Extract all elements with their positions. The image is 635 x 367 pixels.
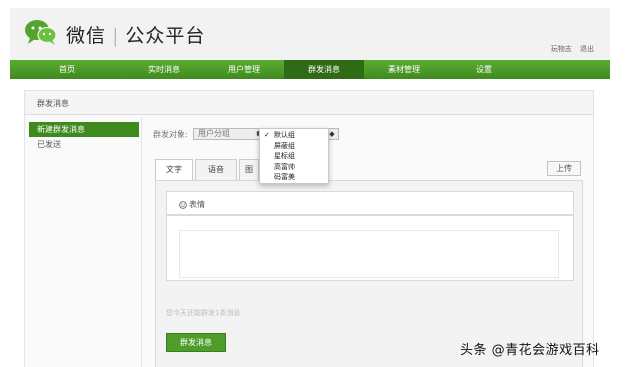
sidebar-divider [141,117,142,367]
upload-button[interactable]: 上传 [547,161,581,176]
dropdown-option-starred[interactable]: 星标组 [260,151,328,162]
dropdown-option-mafumei[interactable]: 码富美 [260,172,328,183]
group-dropdown-menu: ✓ 默认组 屏蔽组 星标组 高富帅 码富美 [259,128,329,184]
brand-platform-text: 公众平台 [125,25,206,47]
dropdown-option-blocked[interactable]: 屏蔽组 [260,141,328,152]
message-textarea[interactable] [166,215,574,281]
broadcast-quota-hint: 您今天还能群发1条消息 [166,309,241,317]
sidebar: 新建群发消息 已发送 [29,122,139,152]
dropdown-option-gaofushuai[interactable]: 高富帅 [260,162,328,173]
source-watermark: 头条 @青花会游戏百科 [460,343,600,358]
dropdown-option-default[interactable]: ✓ 默认组 [260,130,328,141]
dropdown-option-label: 默认组 [274,131,295,139]
breadcrumb-title: 群发消息 [37,99,69,108]
send-broadcast-button[interactable]: 群发消息 [166,333,226,352]
nav-item-0[interactable]: 首页 [10,60,124,79]
group-type-select[interactable]: 用户分组 ⬍ [193,128,265,140]
tab-text[interactable]: 文字 [155,159,193,180]
nav-item-4[interactable]: 素材管理 [364,60,444,79]
smiley-icon [179,200,187,209]
tab-voice[interactable]: 语音 [195,159,237,180]
platform-title: 微信 | 公众平台 [66,21,205,48]
nav-item-2[interactable]: 用户管理 [204,60,284,79]
brand-wechat-text: 微信 [66,25,107,47]
sidebar-item-sent[interactable]: 已发送 [29,137,139,152]
checkmark-icon: ✓ [264,131,270,139]
emoji-button[interactable]: 表情 [179,199,205,210]
target-label: 群发对象: [153,130,188,139]
main-content: 群发消息 新建群发消息 已发送 群发对象: 用户分组 ⬍ ◆ ✓默认组 屏蔽组 … [24,90,594,367]
nav-item-1[interactable]: 实时消息 [124,60,204,79]
message-type-tabs: 文字 语音 图 [155,159,261,180]
brand-divider: | [112,25,120,47]
main-nav: 首页 实时消息 用户管理 群发消息 素材管理 设置 [10,60,610,79]
username-link[interactable]: 玩物志 [551,45,572,53]
nav-item-5[interactable]: 设置 [444,60,524,79]
tab-image[interactable]: 图 [239,159,259,180]
wechat-logo-icon [25,20,57,45]
breadcrumb: 群发消息 [25,91,593,115]
message-input[interactable] [179,230,559,278]
emoji-label: 表情 [189,200,205,209]
editor-toolbar: 表情 [166,191,574,215]
group-type-value: 用户分组 [198,129,230,138]
sidebar-item-new-broadcast[interactable]: 新建群发消息 [29,122,139,137]
nav-item-3[interactable]: 群发消息 [284,60,364,79]
user-links: 玩物志 退出 [545,44,594,54]
page-header: 微信 | 公众平台 玩物志 退出 [10,8,610,60]
logout-link[interactable]: 退出 [580,45,594,53]
